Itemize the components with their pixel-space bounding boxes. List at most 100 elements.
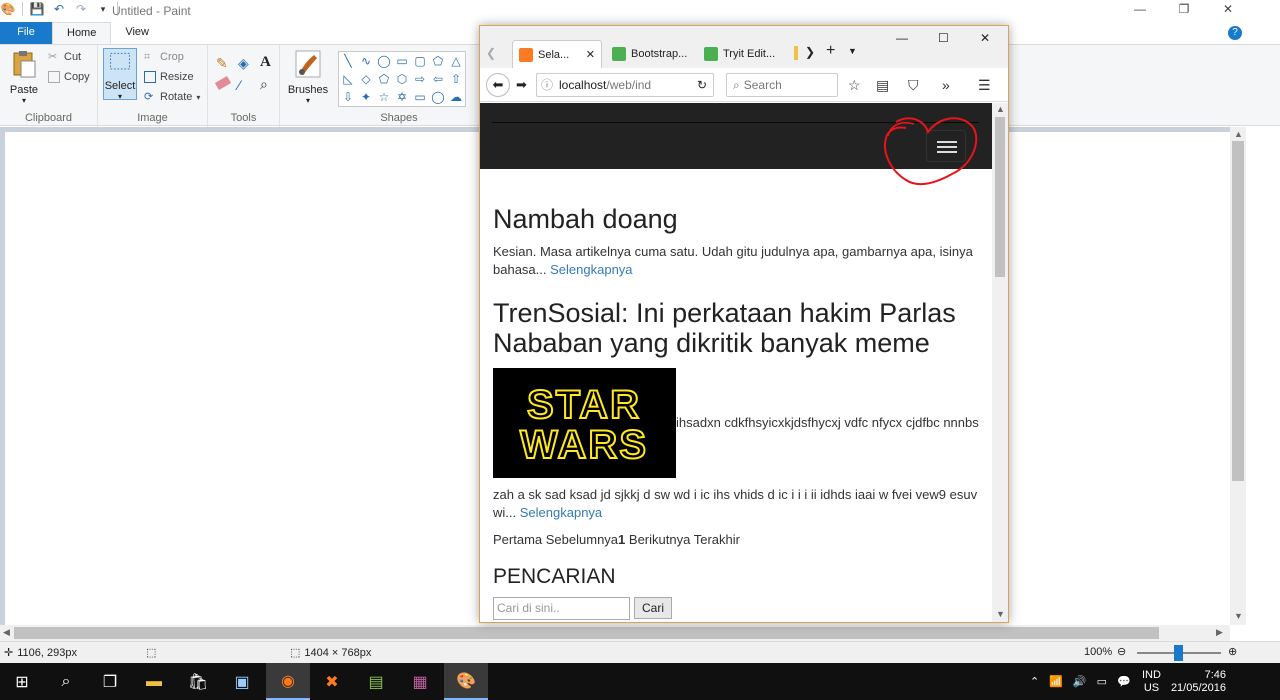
browser-vertical-scrollbar[interactable]: ▲ ▼ bbox=[992, 103, 1008, 622]
tab-file[interactable]: File bbox=[0, 22, 52, 44]
scroll-right-icon[interactable]: ▶ bbox=[1216, 627, 1223, 638]
xampp-icon[interactable]: ✖ bbox=[310, 663, 354, 700]
site-search-button[interactable]: Cari bbox=[634, 597, 673, 619]
post-title[interactable]: Nambah doang bbox=[493, 203, 979, 235]
diamond-icon[interactable]: ◇ bbox=[357, 70, 375, 88]
four-point-star-icon[interactable]: ✦ bbox=[357, 88, 375, 106]
minimize-icon[interactable]: — bbox=[896, 31, 908, 45]
brushes-dropdown-icon[interactable]: ▾ bbox=[284, 96, 332, 105]
rotate-dropdown-icon[interactable]: ▾ bbox=[196, 93, 200, 102]
right-arrow-icon[interactable]: ⇨ bbox=[411, 70, 429, 88]
rotate-button[interactable]: ⟳ Rotate ▾ bbox=[144, 91, 200, 103]
scrollbar-thumb[interactable] bbox=[14, 627, 1159, 639]
forward-icon[interactable]: ➡ bbox=[516, 77, 527, 93]
down-arrow-icon[interactable]: ⇩ bbox=[339, 88, 357, 106]
browser-tab-partial[interactable] bbox=[794, 46, 798, 60]
minimize-icon[interactable]: — bbox=[1118, 2, 1162, 16]
customize-qat-icon[interactable]: ▾ bbox=[95, 4, 111, 15]
winrar-icon[interactable]: ▦ bbox=[398, 663, 442, 700]
start-windows-icon[interactable]: ⊞ bbox=[0, 663, 44, 700]
redo-icon[interactable]: ↷ bbox=[73, 2, 89, 16]
language-indicator[interactable]: IND US bbox=[1142, 663, 1161, 700]
pagination-first[interactable]: Pertama bbox=[493, 532, 542, 547]
overflow-chevron-icon[interactable]: » bbox=[942, 77, 950, 93]
curve-icon[interactable]: ∿ bbox=[357, 52, 375, 70]
resize-button[interactable]: Resize bbox=[144, 71, 194, 83]
close-tab-icon[interactable]: ✕ bbox=[586, 48, 595, 61]
magnifier-icon[interactable]: ⌕ bbox=[260, 76, 268, 93]
browser-tab[interactable]: Bootstrap... bbox=[606, 40, 698, 68]
new-tab-icon[interactable]: + bbox=[826, 42, 835, 60]
pencil-icon[interactable]: ✎ bbox=[216, 55, 228, 72]
undo-icon[interactable]: ↶ bbox=[51, 2, 67, 16]
back-icon[interactable]: ⬅ bbox=[486, 73, 510, 97]
browser-tab-active[interactable]: Sela... ✕ bbox=[512, 40, 602, 68]
rounded-rectangle-icon[interactable]: ▢ bbox=[411, 52, 429, 70]
fill-bucket-icon[interactable]: ◈ bbox=[238, 55, 249, 72]
rectangle-icon[interactable]: ▭ bbox=[393, 52, 411, 70]
reading-list-icon[interactable]: ▤ bbox=[876, 77, 889, 94]
menu-icon[interactable]: ☰ bbox=[978, 77, 991, 94]
tab-view[interactable]: View bbox=[111, 22, 163, 44]
shapes-gallery[interactable]: ╲ ∿ ◯ ▭ ▢ ⬠ △ ◺ ◇ ⬠ ⬡ ⇨ ⇦ ⇧ ⇩ ✦ ☆ ✡ ▭ ◯ … bbox=[338, 51, 466, 107]
line-icon[interactable]: ╲ bbox=[339, 52, 357, 70]
search-bar[interactable]: ⌕ Search bbox=[726, 73, 838, 97]
horizontal-scrollbar[interactable]: ◀ ▶ bbox=[0, 625, 1230, 641]
info-icon[interactable]: ⓘ bbox=[541, 74, 553, 96]
browser-tab[interactable]: Tryit Edit... bbox=[698, 40, 790, 68]
brushes-button[interactable]: Brushes ▾ bbox=[284, 49, 332, 105]
zoom-out-icon[interactable]: ⊖ bbox=[1117, 645, 1126, 658]
scroll-down-icon[interactable]: ▼ bbox=[996, 609, 1005, 619]
task-view-icon[interactable]: ❐ bbox=[88, 663, 132, 700]
callout-oval-icon[interactable]: ◯ bbox=[429, 88, 447, 106]
maximize-icon[interactable]: ☐ bbox=[938, 31, 949, 45]
scroll-down-icon[interactable]: ▼ bbox=[1234, 611, 1243, 621]
oval-icon[interactable]: ◯ bbox=[375, 52, 393, 70]
volume-icon[interactable]: 🔊 bbox=[1073, 675, 1087, 688]
tab-home[interactable]: Home bbox=[52, 22, 112, 44]
clock[interactable]: 7:46 21/05/2016 bbox=[1171, 663, 1226, 700]
url-bar[interactable]: ⓘ localhost/web/ind ↻ bbox=[536, 73, 714, 97]
store-icon[interactable]: 🛍 bbox=[176, 663, 220, 700]
tab-scroll-left-icon[interactable]: ❮ bbox=[486, 46, 496, 60]
six-point-star-icon[interactable]: ✡ bbox=[393, 88, 411, 106]
vertical-scrollbar[interactable]: ▲ ▼ bbox=[1230, 127, 1246, 625]
battery-icon[interactable]: ▭ bbox=[1097, 675, 1107, 688]
pagination-prev[interactable]: Sebelumnya bbox=[546, 532, 618, 547]
zoom-in-icon[interactable]: ⊕ bbox=[1228, 645, 1237, 658]
scroll-left-icon[interactable]: ◀ bbox=[3, 627, 10, 638]
left-arrow-icon[interactable]: ⇦ bbox=[429, 70, 447, 88]
file-explorer-icon[interactable]: ▬ bbox=[132, 663, 176, 700]
copy-button[interactable]: Copy bbox=[48, 71, 90, 83]
five-point-star-icon[interactable]: ☆ bbox=[375, 88, 393, 106]
bookmark-star-icon[interactable]: ☆ bbox=[848, 77, 861, 94]
polygon-icon[interactable]: ⬠ bbox=[429, 52, 447, 70]
site-search-input[interactable]: Cari di sini.. bbox=[493, 597, 630, 620]
restore-icon[interactable]: ❐ bbox=[1162, 2, 1206, 16]
paste-dropdown-icon[interactable]: ▾ bbox=[6, 96, 42, 105]
reload-icon[interactable]: ↻ bbox=[697, 74, 707, 96]
color-picker-icon[interactable]: ⁄ bbox=[238, 77, 240, 93]
app-icon[interactable]: ▣ bbox=[220, 663, 264, 700]
read-more-link[interactable]: Selengkapnya bbox=[520, 505, 602, 520]
pentagon-icon[interactable]: ⬠ bbox=[375, 70, 393, 88]
pagination-next[interactable]: Berikutnya bbox=[629, 532, 690, 547]
text-tool-icon[interactable]: A bbox=[260, 54, 271, 71]
scroll-up-icon[interactable]: ▲ bbox=[1234, 129, 1243, 139]
read-more-link[interactable]: Selengkapnya bbox=[550, 262, 632, 277]
scrollbar-thumb[interactable] bbox=[995, 117, 1005, 277]
triangle-icon[interactable]: △ bbox=[447, 52, 465, 70]
pagination-last[interactable]: Terakhir bbox=[694, 532, 740, 547]
scroll-up-icon[interactable]: ▲ bbox=[996, 104, 1005, 114]
notepad-icon[interactable]: ▤ bbox=[354, 663, 398, 700]
cloud-callout-icon[interactable]: ☁ bbox=[447, 88, 465, 106]
action-center-icon[interactable]: 💬 bbox=[1117, 675, 1131, 688]
pocket-icon[interactable]: ⛉ bbox=[908, 77, 919, 94]
up-arrow-icon[interactable]: ⇧ bbox=[447, 70, 465, 88]
post-title[interactable]: TrenSosial: Ini perkataan hakim Parlas N… bbox=[493, 298, 979, 358]
callout-rect-icon[interactable]: ▭ bbox=[411, 88, 429, 106]
select-button[interactable]: Select ▾ bbox=[103, 48, 137, 101]
close-icon[interactable]: ✕ bbox=[1206, 2, 1250, 16]
zoom-slider-thumb[interactable] bbox=[1174, 645, 1183, 661]
select-dropdown-icon[interactable]: ▾ bbox=[104, 92, 136, 101]
